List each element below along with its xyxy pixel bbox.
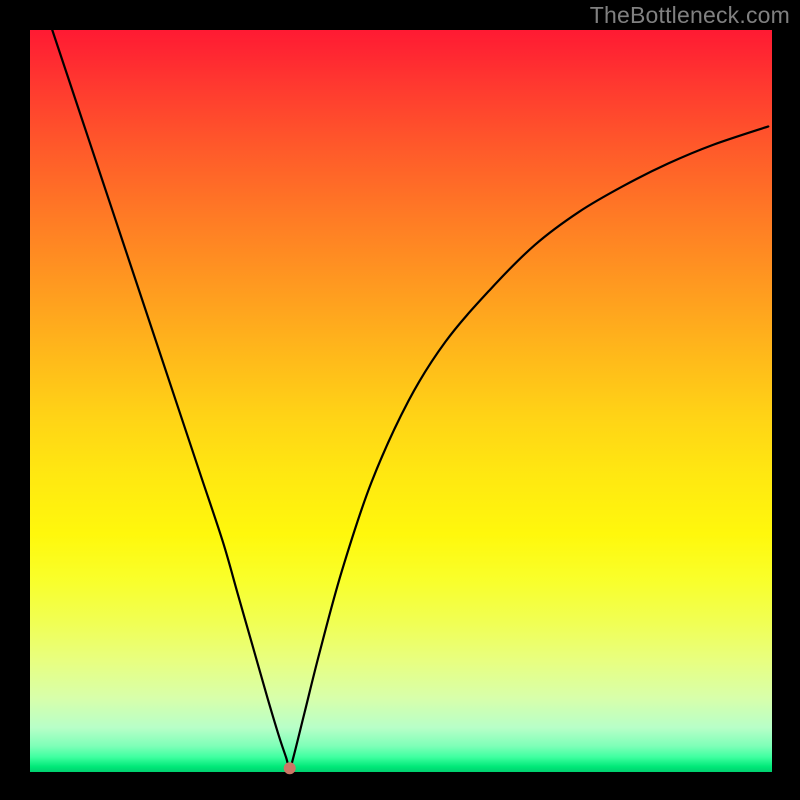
curve-svg xyxy=(30,30,772,772)
chart-frame: TheBottleneck.com xyxy=(0,0,800,800)
bottleneck-curve xyxy=(52,30,768,768)
minimum-point xyxy=(284,762,296,774)
watermark-label: TheBottleneck.com xyxy=(590,2,790,29)
plot-area xyxy=(30,30,772,772)
